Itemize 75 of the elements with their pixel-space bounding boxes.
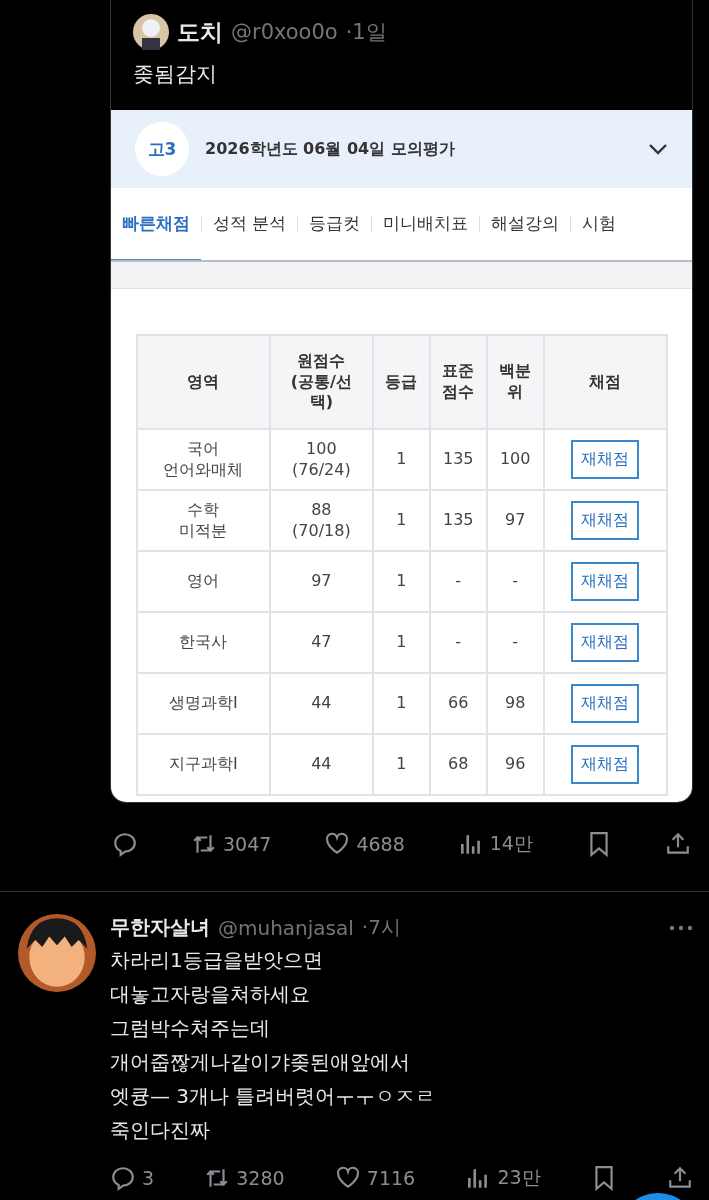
tab[interactable]: 성적 분석 xyxy=(202,188,298,260)
author-handle: @muhanjasal xyxy=(218,915,354,940)
table-cell: 한국사 xyxy=(137,612,270,673)
table-cell: 100 (76/24) xyxy=(269,429,373,490)
author-name: 도치 xyxy=(177,17,223,47)
table-cell: - xyxy=(486,612,544,673)
post-time: ·1일 xyxy=(345,19,387,46)
like-count: 7116 xyxy=(366,1167,416,1189)
share-icon[interactable] xyxy=(665,831,691,857)
view-count: 14만 xyxy=(489,831,533,856)
table-cell: 1 xyxy=(372,612,430,673)
table-cell: 생명과학Ⅰ xyxy=(137,673,270,734)
table-cell: 국어 언어와매체 xyxy=(137,429,270,490)
avatar-icon xyxy=(18,914,96,992)
heart-icon[interactable] xyxy=(334,1165,361,1191)
reply-count: 3 xyxy=(142,1167,155,1189)
tab[interactable]: 미니배치표 xyxy=(372,188,480,260)
table-cell: 100 xyxy=(486,429,544,490)
column-header: 등급 xyxy=(372,335,430,429)
tab[interactable]: 등급컷 xyxy=(298,188,372,260)
author-name: 무한자살녀 xyxy=(110,914,210,941)
table-cell: - xyxy=(486,551,544,612)
table-cell: 44 xyxy=(269,673,373,734)
view-count: 23만 xyxy=(497,1165,541,1190)
column-header: 채점 xyxy=(543,335,667,429)
retweet-count: 3047 xyxy=(223,833,272,855)
rescore-button[interactable]: 재채점 xyxy=(571,623,640,662)
heart-icon[interactable] xyxy=(324,831,351,857)
reply-text: 차라리1등급을받앗으면 대놓고자랑을쳐하세요 그럼박수쳐주는데 개어줍짢게나같이갸좆된애앞에서 엣큥— 3개나 틀려버렷어ㅜㅜㅇㅈㄹ 죽인다진짜 xyxy=(110,947,437,1144)
column-header: 영역 xyxy=(137,335,270,429)
rescore-button[interactable]: 재채점 xyxy=(571,684,640,723)
table-cell: 1 xyxy=(372,490,430,551)
tab[interactable]: 시험 xyxy=(571,188,628,260)
rescore-button[interactable]: 재채점 xyxy=(571,440,640,479)
rescore-button[interactable]: 재채점 xyxy=(571,745,640,784)
grade-badge: 고3 xyxy=(135,122,189,176)
like-count: 4688 xyxy=(356,833,405,855)
avatar-icon xyxy=(133,14,169,50)
author-handle: @r0xoo0o xyxy=(231,20,338,44)
post-time: ·7시 xyxy=(361,914,401,941)
table-cell: 66 xyxy=(429,673,487,734)
table-cell: - xyxy=(429,551,487,612)
table-cell: 88 (70/18) xyxy=(269,490,373,551)
table-cell: - xyxy=(429,612,487,673)
table-cell: 98 xyxy=(486,673,544,734)
exam-title: 2026학년도 06월 04일 모의평가 xyxy=(205,138,456,160)
chevron-down-icon[interactable] xyxy=(648,143,668,155)
table-cell: 1 xyxy=(372,734,430,795)
table-cell: 44 xyxy=(269,734,373,795)
table-cell: 135 xyxy=(429,429,487,490)
column-header: 표준 점수 xyxy=(429,335,487,429)
table-cell: 1 xyxy=(372,673,430,734)
table-cell: 97 xyxy=(269,551,373,612)
table-cell: 1 xyxy=(372,551,430,612)
reply-icon[interactable] xyxy=(112,831,138,857)
column-header: 백분 위 xyxy=(486,335,544,429)
rescore-button[interactable]: 재채점 xyxy=(571,562,640,601)
table-cell: 68 xyxy=(429,734,487,795)
reply-icon[interactable] xyxy=(110,1165,136,1191)
table-cell: 97 xyxy=(486,490,544,551)
table-cell: 영어 xyxy=(137,551,270,612)
exam-header[interactable]: 고3 2026학년도 06월 04일 모의평가 xyxy=(111,110,692,188)
table-cell: 1 xyxy=(372,429,430,490)
more-icon[interactable] xyxy=(669,924,693,931)
table-cell: 지구과학Ⅰ xyxy=(137,734,270,795)
table-cell: 135 xyxy=(429,490,487,551)
retweet-count: 3280 xyxy=(236,1167,285,1189)
tweet-text: 좆됨감지 xyxy=(132,61,218,88)
column-header: 원점수 (공통/선 택) xyxy=(269,335,373,429)
table-cell: 47 xyxy=(269,612,373,673)
share-icon[interactable] xyxy=(666,1165,693,1191)
rescore-button[interactable]: 재채점 xyxy=(571,501,640,540)
tab[interactable]: 해설강의 xyxy=(480,188,571,260)
table-cell: 96 xyxy=(486,734,544,795)
table-cell: 수학 미적분 xyxy=(137,490,270,551)
